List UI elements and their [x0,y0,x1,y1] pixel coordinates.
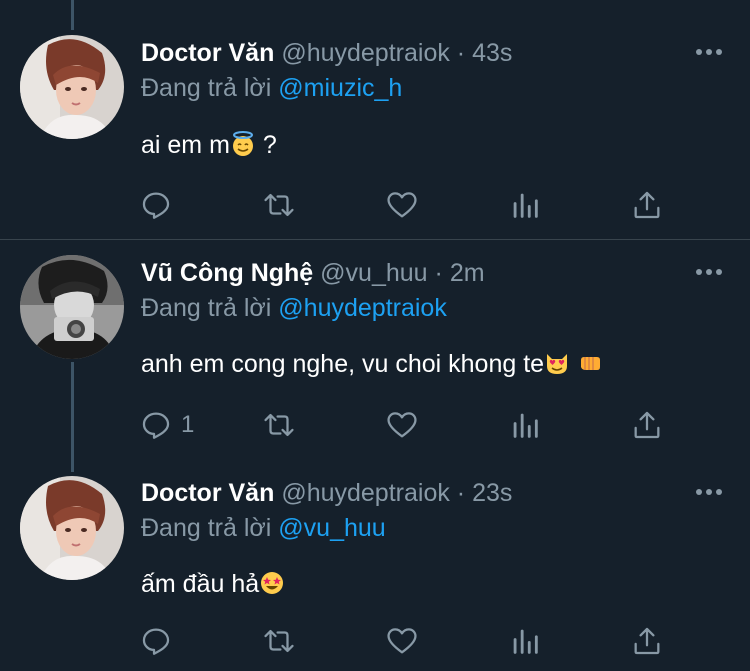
display-name[interactable]: Doctor Văn [141,39,274,67]
analytics-button[interactable] [508,185,542,225]
share-icon [634,411,660,439]
tweet-text-body: ấm đầu hả [141,570,260,598]
tweet[interactable]: Vũ Công Nghệ @vu_huu · 2m Đang trả lời @… [0,240,750,462]
timestamp[interactable]: 43s [472,39,512,67]
like-button[interactable] [385,185,419,225]
separator-dot: · [434,259,443,287]
star-struck-icon [261,572,284,594]
tweet-text: ai em m ? [141,128,277,162]
left-facing-fist-icon [581,357,601,370]
retweet-icon [264,413,294,437]
reply-count: 1 [181,411,195,438]
replying-prefix: Đang trả lời [141,294,272,322]
retweet-button[interactable] [262,405,296,445]
separator-dot: · [456,479,466,507]
reply-icon [142,412,170,439]
avatar-photo [20,476,124,580]
like-button[interactable] [385,621,419,661]
avatar[interactable] [20,255,124,359]
tweet-header: Doctor Văn @huydeptraiok · 43s [141,37,512,69]
tweet-text-body: anh em cong nghe, vu choi khong te [141,350,545,378]
avatar[interactable] [20,35,124,139]
tweet[interactable]: Doctor Văn @huydeptraiok · 43s Đang trả … [0,0,750,239]
mention-link[interactable]: @vu_huu [278,514,385,542]
retweet-button[interactable] [262,621,296,661]
share-button[interactable] [630,621,664,661]
share-button[interactable] [630,405,664,445]
analytics-icon [513,193,538,218]
tweet-actions [0,185,750,225]
mention-link[interactable]: @miuzic_h [278,74,402,102]
replying-to: Đang trả lời @miuzic_h [141,72,402,104]
display-name[interactable]: Vũ Công Nghệ [141,259,313,287]
tweet-actions [0,621,750,661]
avatar-photo-bw [20,255,124,359]
more-icon[interactable] [694,482,724,502]
tweet[interactable]: Doctor Văn @huydeptraiok · 23s Đang trả … [0,462,750,671]
user-handle[interactable]: @huydeptraiok [281,39,450,67]
timestamp[interactable]: 23s [472,479,512,507]
tweet-text: anh em cong nghe, vu choi khong te [141,347,603,381]
retweet-icon [264,629,294,653]
tweet-text: ấm đầu hả [141,567,285,601]
mention-link[interactable]: @huydeptraiok [278,294,447,322]
separator-dot: · [456,39,466,67]
timestamp[interactable]: 2m [450,259,485,287]
like-button[interactable] [385,405,419,445]
more-icon[interactable] [694,42,724,62]
user-handle[interactable]: @vu_huu [320,259,427,287]
reply-icon [142,628,170,655]
share-icon [634,627,660,655]
heart-icon [387,628,417,654]
tweet-header: Vũ Công Nghệ @vu_huu · 2m [141,257,485,289]
retweet-button[interactable] [262,185,296,225]
analytics-icon [513,413,538,438]
more-icon[interactable] [694,262,724,282]
avatar-photo [20,35,124,139]
tweet-actions: 1 [0,405,750,445]
replying-to: Đang trả lời @vu_huu [141,512,386,544]
replying-to: Đang trả lời @huydeptraiok [141,292,447,324]
replying-prefix: Đang trả lời [141,74,272,102]
retweet-icon [264,193,294,217]
heart-icon [387,192,417,218]
user-handle[interactable]: @huydeptraiok [281,479,450,507]
tweet-text-suffix: ? [255,131,277,159]
analytics-button[interactable] [508,405,542,445]
reply-button[interactable] [139,185,173,225]
tweet-header: Doctor Văn @huydeptraiok · 23s [141,477,512,509]
display-name[interactable]: Doctor Văn [141,479,274,507]
analytics-button[interactable] [508,621,542,661]
replying-prefix: Đang trả lời [141,514,272,542]
tweet-text-body: ai em m [141,131,230,159]
reply-button[interactable]: 1 [139,405,194,445]
reply-button[interactable] [139,621,173,661]
avatar[interactable] [20,476,124,580]
share-icon [634,191,660,219]
heart-icon [387,412,417,438]
reply-icon [142,192,170,219]
share-button[interactable] [630,185,664,225]
smiling-face-with-halo-icon [232,131,253,156]
analytics-icon [513,629,538,654]
heart-eyes-cat-icon [547,354,568,374]
